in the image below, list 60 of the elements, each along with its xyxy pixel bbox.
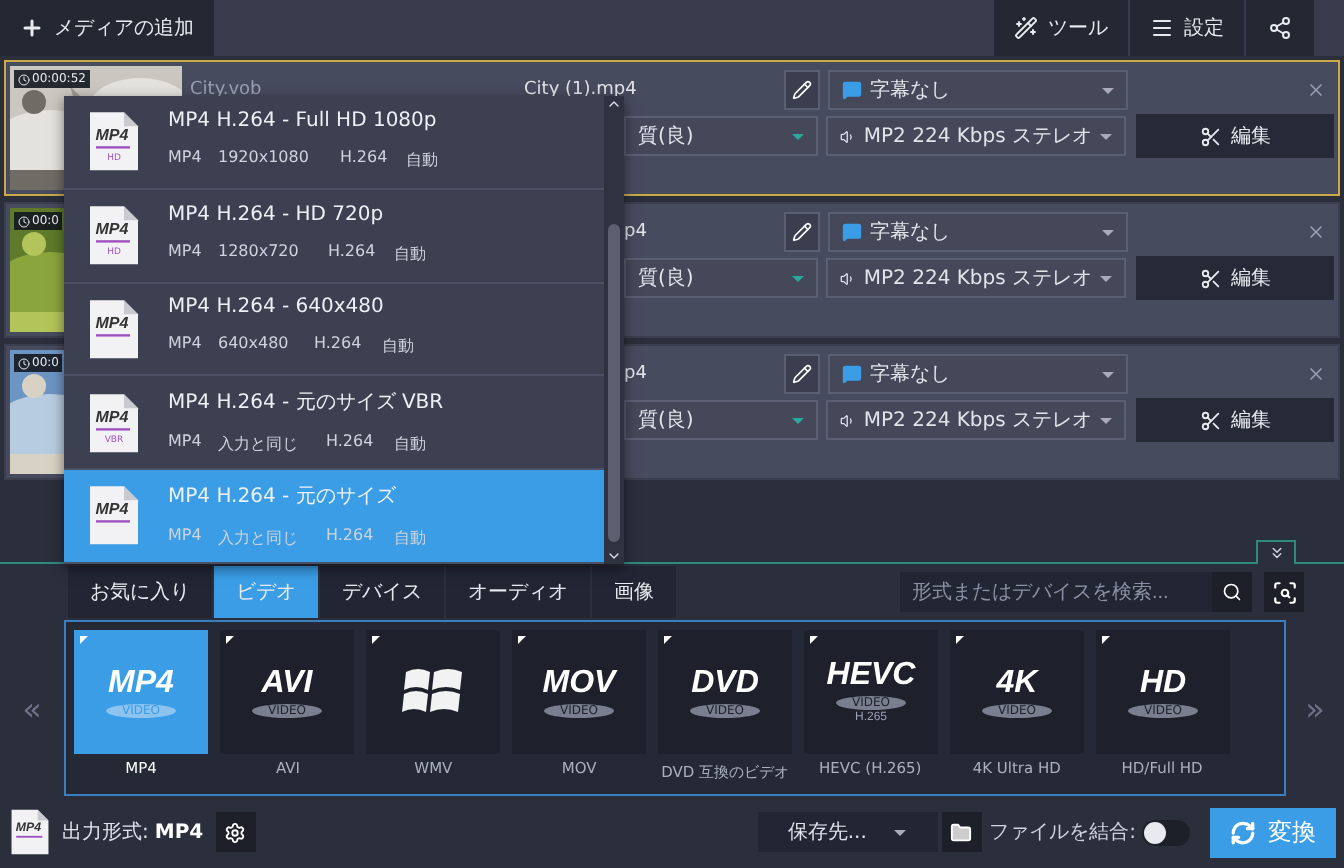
preset-bitrate: 自動 bbox=[394, 243, 427, 265]
format-tab[interactable]: オーディオ bbox=[446, 566, 592, 618]
preset-item[interactable]: MP4 MP4 H.264 - 640x480 MP4 640x480 H.264 自動 bbox=[64, 283, 604, 377]
merge-files-label: ファイルを結合: bbox=[989, 820, 1136, 846]
preset-container: MP4 bbox=[168, 242, 202, 265]
format-logo: 4K bbox=[996, 667, 1038, 699]
preset-title: MP4 H.264 - Full HD 1080p bbox=[168, 109, 437, 132]
preset-codec: H.264 bbox=[327, 242, 375, 264]
audio-dropdown[interactable]: MP2 224 Kbps ステレオ bbox=[826, 116, 1126, 156]
format-logo: DVD bbox=[691, 667, 759, 699]
output-file-name: p4 bbox=[624, 222, 649, 242]
preset-resolution: 入力と同じ bbox=[218, 433, 299, 455]
search-field[interactable]: 形式またはデバイスを検索... bbox=[900, 572, 1212, 612]
input-file-name: City.vob bbox=[190, 80, 264, 100]
edit-button[interactable]: 編集 bbox=[1136, 114, 1334, 158]
preset-codec: H.264 bbox=[326, 432, 374, 454]
output-file-name: p4 bbox=[624, 364, 649, 384]
save-to-dropdown[interactable]: 保存先... bbox=[757, 812, 938, 852]
format-logo: MOV bbox=[542, 667, 616, 699]
preset-container: MP4 bbox=[168, 148, 202, 171]
quality-dropdown[interactable]: 質(良) bbox=[624, 400, 818, 440]
audio-dropdown[interactable]: MP2 224 Kbps ステレオ bbox=[826, 400, 1126, 440]
format-logo: MP4 bbox=[108, 667, 174, 699]
edit-button[interactable]: 編集 bbox=[1136, 256, 1334, 300]
preset-codec: H.264 bbox=[326, 525, 374, 548]
settings-button[interactable]: 設定 bbox=[1130, 0, 1244, 56]
output-file-name: City (1).mp4 bbox=[524, 80, 639, 100]
preset-title: MP4 H.264 - 元のサイズ VBR bbox=[168, 389, 444, 416]
preset-bitrate: 自動 bbox=[406, 149, 439, 171]
preset-codec: H.264 bbox=[339, 148, 388, 171]
add-media-button[interactable]: メディアの追加 bbox=[0, 0, 214, 56]
mp4-file-icon: MP4 bbox=[88, 484, 140, 548]
format-logo: HEVC bbox=[826, 660, 916, 692]
edit-button[interactable]: 編集 bbox=[1136, 398, 1334, 442]
preset-resolution: 1280x720 bbox=[218, 242, 299, 264]
format-tab[interactable]: 画像 bbox=[592, 566, 678, 618]
preset-container: MP4 bbox=[168, 432, 202, 455]
preset-title: MP4 H.264 - HD 720p bbox=[168, 203, 386, 226]
preset-bitrate: 自動 bbox=[393, 527, 426, 549]
subtitle-dropdown[interactable]: 字幕なし bbox=[828, 212, 1128, 252]
tools-button[interactable]: ツール bbox=[994, 0, 1128, 56]
preset-title: MP4 H.264 - 元のサイズ bbox=[168, 483, 398, 510]
output-format-value: MP4 bbox=[154, 821, 204, 843]
audio-dropdown[interactable]: MP2 224 Kbps ステレオ bbox=[826, 258, 1126, 298]
output-format-label: 出力形式: bbox=[62, 819, 149, 846]
preset-bitrate: 自動 bbox=[393, 433, 426, 455]
preset-resolution: 入力と同じ bbox=[218, 527, 299, 549]
preset-title: MP4 H.264 - 640x480 bbox=[168, 296, 386, 319]
mp4-file-icon: MP4 bbox=[88, 297, 140, 361]
preset-resolution: 1920x1080 bbox=[218, 148, 309, 171]
format-logo: HD bbox=[1139, 667, 1187, 699]
quality-dropdown[interactable]: 質(良) bbox=[624, 116, 818, 156]
quality-dropdown[interactable]: 質(良) bbox=[624, 258, 818, 298]
format-logo: AVI bbox=[261, 667, 313, 699]
format-tab[interactable]: お気に入り bbox=[68, 566, 214, 618]
subtitle-dropdown[interactable]: 字幕なし bbox=[828, 70, 1128, 110]
preset-container: MP4 bbox=[168, 525, 202, 549]
preset-item[interactable]: MP4 MP4 H.264 - 元のサイズ MP4 入力と同じ H.264 自動 bbox=[64, 470, 604, 564]
subtitle-dropdown[interactable]: 字幕なし bbox=[828, 354, 1128, 394]
format-tab[interactable]: デバイス bbox=[320, 566, 446, 618]
